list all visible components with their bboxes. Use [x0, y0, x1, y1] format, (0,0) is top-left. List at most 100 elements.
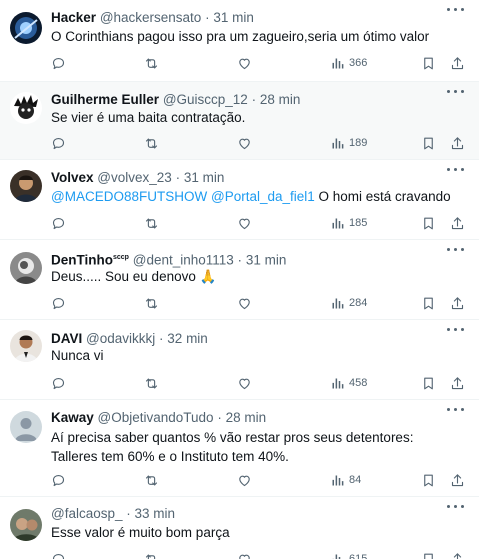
- more-icon[interactable]: [447, 86, 465, 96]
- retweet-icon: [144, 473, 159, 488]
- views-icon: [330, 56, 345, 71]
- mention-link[interactable]: @Portal_da_fiel1: [211, 189, 315, 204]
- reply-button[interactable]: [51, 54, 66, 72]
- tweet-dentinho[interactable]: DenTinhosccp @dent_inho1113 · 31 min Deu…: [0, 240, 479, 320]
- views-button[interactable]: 189: [330, 134, 367, 152]
- views-button[interactable]: 458: [330, 374, 367, 392]
- bookmark-button[interactable]: [421, 471, 436, 489]
- more-icon[interactable]: [447, 244, 465, 254]
- more-icon[interactable]: [447, 164, 465, 174]
- heart-icon: [237, 552, 252, 559]
- like-button[interactable]: [237, 374, 252, 392]
- reply-button[interactable]: [51, 294, 66, 312]
- more-icon[interactable]: [447, 501, 465, 511]
- user-handle[interactable]: @volvex_23: [97, 170, 172, 185]
- tweet-kaway[interactable]: Kaway @ObjetivandoTudo · 28 min Aí preci…: [0, 400, 479, 497]
- avatar[interactable]: [10, 12, 42, 44]
- tweet-volvex[interactable]: Volvex @volvex_23 · 31 min @MACEDO88FUTS…: [0, 160, 479, 240]
- reply-button[interactable]: [51, 214, 66, 232]
- display-name[interactable]: Kaway: [51, 410, 94, 425]
- retweet-button[interactable]: [144, 471, 159, 489]
- more-icon[interactable]: [447, 404, 465, 414]
- bookmark-button[interactable]: [421, 134, 436, 152]
- share-button[interactable]: [450, 134, 465, 152]
- tweet-hacker[interactable]: Hacker @hackersensato · 31 min O Corinth…: [0, 0, 479, 82]
- views-button[interactable]: 84: [330, 471, 361, 489]
- tweet-falcaosp[interactable]: @falcaosp_ · 33 min Esse valor é muito b…: [0, 497, 479, 559]
- avatar[interactable]: [10, 170, 42, 202]
- retweet-icon: [144, 56, 159, 71]
- views-button[interactable]: 185: [330, 214, 367, 232]
- retweet-button[interactable]: [144, 294, 159, 312]
- reply-button[interactable]: [51, 471, 66, 489]
- reply-button[interactable]: [51, 134, 66, 152]
- timestamp[interactable]: 31 min: [246, 253, 287, 268]
- share-button[interactable]: [450, 550, 465, 559]
- avatar[interactable]: [10, 92, 42, 124]
- share-button[interactable]: [450, 374, 465, 392]
- heart-icon: [237, 56, 252, 71]
- avatar[interactable]: [10, 509, 42, 541]
- views-button[interactable]: 366: [330, 54, 367, 72]
- like-button[interactable]: [237, 134, 252, 152]
- views-button[interactable]: 615: [330, 550, 367, 559]
- reply-button[interactable]: [51, 550, 66, 559]
- timestamp[interactable]: 31 min: [184, 170, 225, 185]
- tweet-guilherme[interactable]: Guilherme Euller @Guisccp_12 · 28 min Se…: [0, 82, 479, 160]
- display-name[interactable]: Guilherme Euller: [51, 92, 159, 107]
- share-icon: [450, 216, 465, 231]
- retweet-button[interactable]: [144, 134, 159, 152]
- tweet-text: Deus..... Sou eu denovo 🙏: [51, 267, 465, 286]
- retweet-icon: [144, 376, 159, 391]
- bookmark-button[interactable]: [421, 54, 436, 72]
- retweet-button[interactable]: [144, 214, 159, 232]
- timestamp[interactable]: 32 min: [167, 331, 208, 346]
- timestamp[interactable]: 31 min: [213, 10, 254, 25]
- user-handle[interactable]: @falcaosp_: [51, 506, 123, 521]
- bookmark-button[interactable]: [421, 374, 436, 392]
- user-handle[interactable]: @ObjetivandoTudo: [98, 410, 214, 425]
- more-icon[interactable]: [447, 4, 465, 14]
- bookmark-icon: [421, 216, 436, 231]
- view-count: 284: [349, 297, 368, 309]
- bookmark-icon: [421, 473, 436, 488]
- timestamp[interactable]: 28 min: [226, 410, 267, 425]
- bookmark-button[interactable]: [421, 550, 436, 559]
- display-name[interactable]: Hacker: [51, 10, 96, 25]
- views-button[interactable]: 284: [330, 294, 367, 312]
- like-button[interactable]: [237, 294, 252, 312]
- name-badge: sccp: [113, 254, 129, 261]
- like-button[interactable]: [237, 550, 252, 559]
- display-name[interactable]: Volvex: [51, 170, 94, 185]
- reply-button[interactable]: [51, 374, 66, 392]
- like-button[interactable]: [237, 54, 252, 72]
- user-handle[interactable]: @dent_inho1113: [133, 253, 234, 268]
- bookmark-button[interactable]: [421, 294, 436, 312]
- retweet-button[interactable]: [144, 374, 159, 392]
- timestamp[interactable]: 28 min: [260, 92, 301, 107]
- user-handle[interactable]: @odavikkkj: [86, 331, 155, 346]
- user-handle[interactable]: @hackersensato: [100, 10, 202, 25]
- avatar[interactable]: [10, 330, 42, 362]
- share-icon: [450, 136, 465, 151]
- retweet-button[interactable]: [144, 54, 159, 72]
- user-handle[interactable]: @Guisccp_12: [163, 92, 248, 107]
- like-button[interactable]: [237, 214, 252, 232]
- mention-link[interactable]: @MACEDO88FUTSHOW: [51, 189, 207, 204]
- display-name[interactable]: DenTinho: [51, 253, 113, 268]
- like-button[interactable]: [237, 471, 252, 489]
- share-button[interactable]: [450, 54, 465, 72]
- retweet-button[interactable]: [144, 550, 159, 559]
- retweet-icon: [144, 552, 159, 559]
- share-button[interactable]: [450, 471, 465, 489]
- share-button[interactable]: [450, 214, 465, 232]
- avatar[interactable]: [10, 411, 42, 443]
- share-button[interactable]: [450, 294, 465, 312]
- timestamp[interactable]: 33 min: [135, 506, 176, 521]
- avatar[interactable]: [10, 252, 42, 284]
- bookmark-button[interactable]: [421, 214, 436, 232]
- more-icon[interactable]: [447, 324, 465, 334]
- view-count: 84: [349, 474, 362, 486]
- display-name[interactable]: DAVI: [51, 331, 82, 346]
- tweet-davi[interactable]: DAVI @odavikkkj · 32 min Nunca vi 458: [0, 320, 479, 400]
